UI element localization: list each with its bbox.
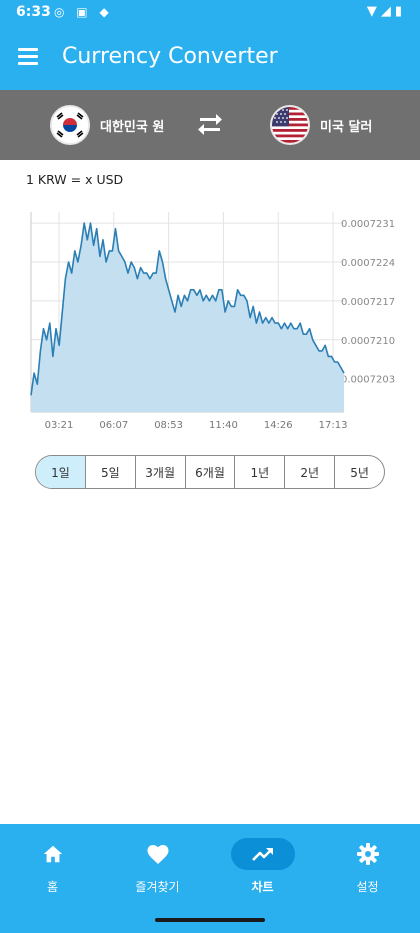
nav-label: 즐겨찾기 — [135, 880, 180, 894]
swap-icon — [198, 114, 222, 135]
from-currency-label: 대한민국 원 — [100, 119, 165, 135]
y-tick-label: 0.0007210 — [341, 336, 395, 347]
series-area — [31, 223, 344, 412]
nav-item-heart[interactable]: 즐겨찾기 — [105, 838, 210, 895]
swap-currencies-button[interactable] — [194, 112, 226, 138]
y-tick-label: 0.0007231 — [341, 219, 395, 230]
status-bar: 6:33 ◎ ▣ ◆ ▼◢▮ — [0, 0, 420, 26]
nav-label: 홈 — [46, 880, 59, 894]
range-option[interactable]: 5일 — [84, 456, 135, 488]
nav-label: 설정 — [356, 880, 379, 894]
status-time: 6:33 — [16, 4, 51, 20]
menu-icon-bar — [18, 55, 38, 58]
menu-button[interactable] — [12, 40, 46, 74]
range-option[interactable]: 1년 — [234, 456, 284, 488]
x-tick-label: 06:07 — [99, 420, 128, 431]
trending-up-icon — [230, 838, 295, 870]
rate-label: 1 KRW = x USD — [26, 172, 124, 187]
x-tick-label: 17:13 — [319, 420, 348, 431]
x-tick-label: 03:21 — [45, 420, 74, 431]
range-option[interactable]: 1일 — [36, 456, 85, 488]
to-currency-button[interactable]: 미국 달러 — [270, 104, 372, 146]
nav-item-home[interactable]: 홈 — [0, 838, 105, 895]
wifi-icon: ▼ — [366, 4, 381, 19]
to-currency-label: 미국 달러 — [320, 119, 373, 135]
y-tick-label: 0.0007203 — [341, 375, 395, 386]
range-option[interactable]: 6개월 — [184, 456, 235, 488]
menu-icon — [18, 48, 38, 51]
rate-chart-svg: 03:21 06:07 08:53 11:40 14:26 17:13 0.0007203 0… — [30, 212, 395, 431]
range-option[interactable]: 5년 — [334, 456, 384, 488]
bottom-navigation: 홈 즐겨찾기 차트 설정 — [0, 824, 420, 933]
home-indicator — [155, 918, 265, 922]
x-tick-label: 14:26 — [264, 420, 293, 431]
rate-chart[interactable]: 03:21 06:07 08:53 11:40 14:26 17:13 0.0007203 0… — [0, 200, 420, 440]
y-tick-label: 0.0007224 — [341, 258, 395, 269]
usa-flag-icon — [270, 105, 310, 145]
app-bar: Currency Converter — [0, 26, 420, 90]
battery-icon: ▮ — [394, 4, 406, 19]
nav-label: 차트 — [251, 880, 274, 894]
nav-item-trending-up[interactable]: 차트 — [210, 838, 315, 895]
app-title: Currency Converter — [62, 44, 278, 69]
system-icons: ▼◢▮ — [367, 4, 406, 19]
menu-icon-bar — [18, 62, 38, 65]
from-currency-button[interactable]: 대한민국 원 — [50, 104, 164, 146]
x-tick-label: 11:40 — [209, 420, 238, 431]
gear-icon — [336, 838, 400, 870]
range-option[interactable]: 2년 — [284, 456, 334, 488]
heart-icon — [126, 838, 190, 870]
signal-icon: ◢ — [380, 4, 395, 19]
x-tick-label: 08:53 — [154, 420, 183, 431]
notification-icons: ◎ ▣ ◆ — [54, 5, 113, 19]
south-korea-flag-icon — [50, 105, 90, 145]
y-tick-label: 0.0007217 — [341, 297, 395, 308]
nav-item-gear[interactable]: 설정 — [315, 838, 420, 895]
home-icon — [21, 838, 85, 870]
range-option[interactable]: 3개월 — [134, 456, 185, 488]
range-selector: 1일 5일 3개월 6개월 1년 2년 5년 — [35, 455, 385, 489]
currency-selector-bar: 대한민국 원 미국 달러 — [0, 90, 420, 160]
